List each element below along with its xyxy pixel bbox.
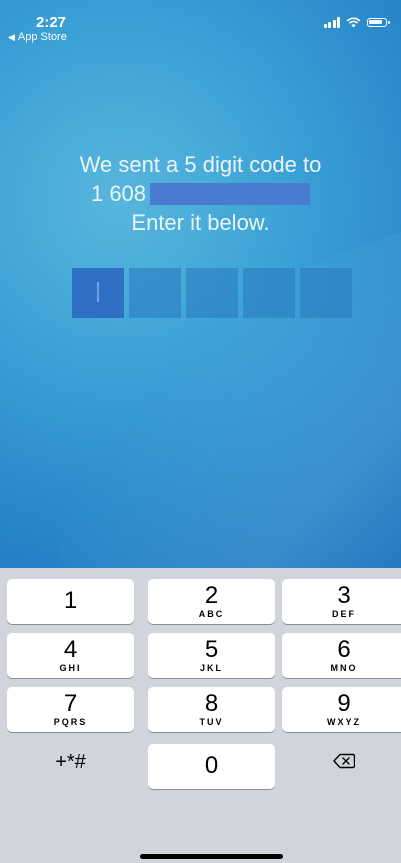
key-letters: TUV [199,717,224,727]
code-input[interactable] [72,268,352,318]
redacted-phone-digits [150,182,311,205]
home-indicator[interactable] [140,854,283,859]
key-letters: MNO [330,663,358,673]
code-digit-box-2[interactable] [129,268,181,318]
key-digit: 4 [63,636,78,663]
key-digit: 6 [337,636,351,663]
key-letters: PQRS [53,717,88,727]
key-6[interactable]: 6 MNO [282,633,401,678]
numeric-keypad: 1 2 ABC 3 DEF 4 GHI 5 JKL 6 MNO 7 PQRS 8… [0,568,401,863]
status-icons [323,17,390,28]
key-digit: 2 [204,582,219,609]
key-digit: 5 [204,636,219,663]
key-digit: 9 [337,690,351,717]
wifi-icon [346,17,361,28]
key-digit: 1 [63,587,78,614]
key-letters: DEF [332,609,356,619]
key-digit: 3 [337,582,351,609]
key-digit: 8 [204,690,219,717]
key-2[interactable]: 2 ABC [148,579,275,624]
delete-backward-icon [282,741,401,774]
key-letters: JKL [199,663,223,673]
key-digit: 0 [204,752,219,779]
phone-prefix: 1 608 [90,181,147,206]
background-streak [0,208,401,568]
back-to-app-store-link[interactable]: ◀ App Store [8,31,67,43]
back-link-label: App Store [17,31,67,43]
key-0[interactable]: 0 [148,744,275,789]
code-digit-box-1[interactable] [72,268,124,318]
key-3[interactable]: 3 DEF [282,579,401,624]
key-letters: WXYZ [327,717,361,727]
backspace-key[interactable] [282,741,401,786]
message-line-1: We sent a 5 digit code to [79,152,322,177]
key-9[interactable]: 9 WXYZ [282,687,401,732]
verification-message: We sent a 5 digit code to 1 608 Enter it… [0,150,401,237]
code-digit-box-5[interactable] [300,268,352,318]
cellular-signal-icon [323,17,340,28]
phone-number: 1 608 [90,179,311,208]
key-1[interactable]: 1 [7,579,134,624]
key-8[interactable]: 8 TUV [148,687,275,732]
key-letters: ABC [198,609,225,619]
battery-icon [367,18,390,27]
key-digit: 7 [63,690,78,717]
code-digit-box-4[interactable] [243,268,295,318]
message-line-3: Enter it below. [131,210,270,235]
symbols-key[interactable]: +*# [7,741,134,786]
symbols-label: +*# [55,751,86,773]
code-digit-box-3[interactable] [186,268,238,318]
back-arrow-icon: ◀ [8,32,15,42]
status-bar: 2:27 ◀ App Store [0,0,401,56]
key-letters: GHI [59,663,82,673]
status-time: 2:27 [36,14,67,31]
key-4[interactable]: 4 GHI [7,633,134,678]
key-5[interactable]: 5 JKL [148,633,275,678]
text-cursor [97,282,99,302]
key-7[interactable]: 7 PQRS [7,687,134,732]
verification-screen: 2:27 ◀ App Store We sent a 5 digit code t… [0,0,401,568]
